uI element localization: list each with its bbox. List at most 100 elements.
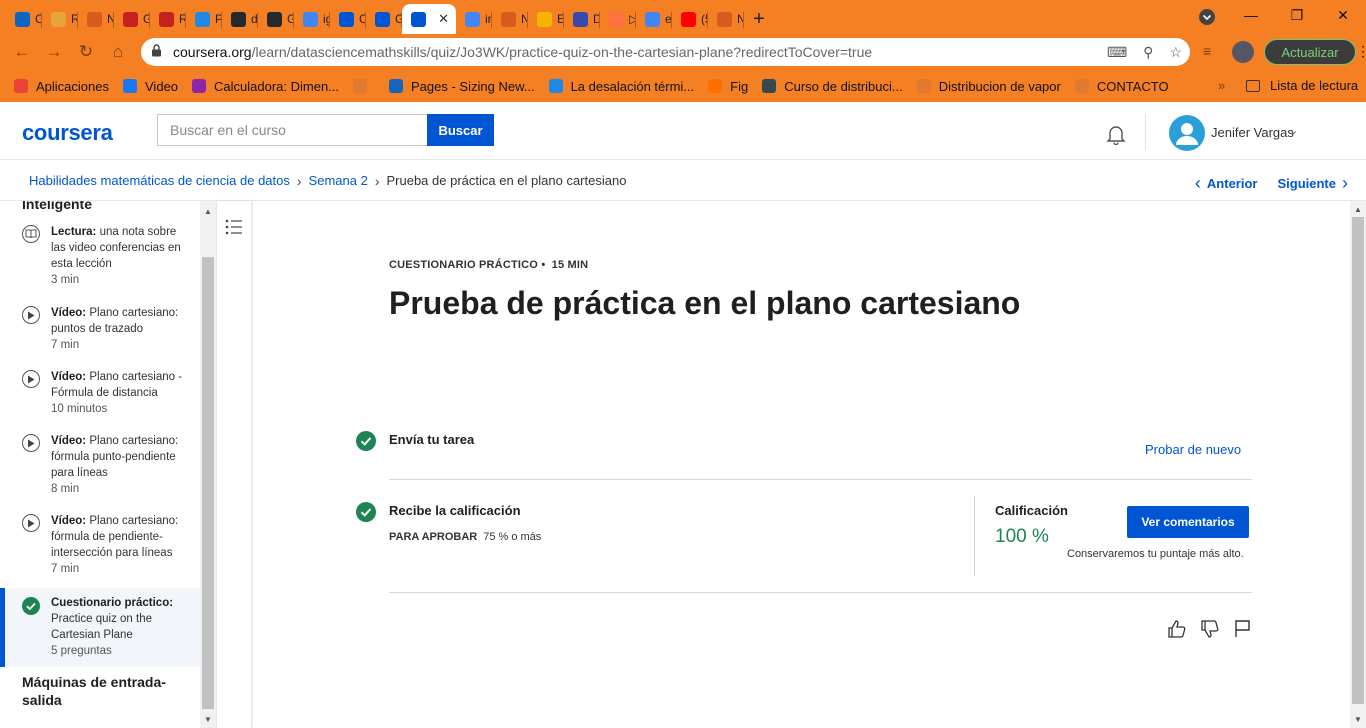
- browser-tab[interactable]: igu: [294, 4, 330, 34]
- tab-title: Nu: [107, 12, 114, 26]
- list-icon[interactable]: [225, 219, 243, 235]
- browser-tab[interactable]: Nu: [78, 4, 114, 34]
- more-bookmarks-icon[interactable]: »: [1218, 78, 1225, 93]
- meta-bullet: •: [541, 259, 546, 271]
- bookmark-label: Video: [145, 78, 179, 94]
- bookmark-favicon-icon: [762, 79, 777, 93]
- browser-tab[interactable]: Git: [258, 4, 294, 34]
- chevron-down-icon[interactable]: ⌄: [1289, 124, 1298, 137]
- tab-favicon-icon: [87, 11, 102, 27]
- tab-search-icon[interactable]: [1184, 2, 1230, 32]
- flag-icon[interactable]: [1233, 619, 1253, 639]
- minimize-icon[interactable]: —: [1228, 0, 1274, 30]
- bookmark-item[interactable]: Calculadora: Dimen...: [192, 79, 339, 94]
- sidebar-item[interactable]: Vídeo: Plano cartesiano: fórmula de pend…: [0, 513, 200, 577]
- browser-tab[interactable]: Eje: [528, 4, 564, 34]
- sidebar-item[interactable]: Cuestionario práctico: Practice quiz on t…: [0, 588, 200, 667]
- chevron-right-icon[interactable]: ›: [1342, 173, 1348, 194]
- bookmark-item[interactable]: La desalación térmi...: [548, 79, 694, 94]
- bookmark-item[interactable]: CONTACTO: [1074, 78, 1169, 94]
- reading-list[interactable]: Lista de lectura: [1246, 78, 1358, 93]
- bookmark-item[interactable]: Distribucion de vapor: [916, 79, 1061, 94]
- profile-avatar[interactable]: [1232, 41, 1254, 63]
- browser-tab[interactable]: Co: [330, 4, 366, 34]
- user-name[interactable]: Jenifer Vargas: [1211, 125, 1294, 140]
- sidebar-item[interactable]: Vídeo: Plano cartesiano: fórmula punto-p…: [0, 433, 200, 497]
- browser-tab[interactable]: Co: [6, 4, 42, 34]
- bookmark-item[interactable]: Pages - Sizing New...: [389, 79, 535, 94]
- zoom-icon[interactable]: ⚲: [1143, 44, 1153, 61]
- scroll-down-icon[interactable]: ▼: [1354, 715, 1362, 724]
- sidebar-item[interactable]: Vídeo: Plano cartesiano: puntos de traza…: [0, 305, 200, 353]
- restore-icon[interactable]: ❐: [1274, 0, 1320, 30]
- browser-tab[interactable]: ecu: [636, 4, 672, 34]
- chevron-right-icon: ›: [296, 172, 302, 189]
- thumbs-down-icon[interactable]: [1200, 619, 1220, 639]
- tab-title: ecu: [665, 12, 672, 26]
- search-input[interactable]: Buscar en el curso: [157, 114, 427, 146]
- item-duration: 7 min: [51, 563, 80, 575]
- notification-bell-icon[interactable]: [1105, 123, 1127, 145]
- bookmark-item[interactable]: [353, 79, 375, 93]
- scroll-down-icon[interactable]: ▼: [204, 715, 212, 724]
- translate-icon[interactable]: ⌨: [1107, 44, 1127, 61]
- submit-step-label: Envía tu tarea: [389, 432, 475, 447]
- bookmark-item[interactable]: Aplicaciones: [14, 79, 109, 94]
- chevron-left-icon[interactable]: ‹: [1195, 173, 1201, 194]
- scroll-up-icon[interactable]: ▲: [204, 207, 212, 216]
- browser-tab[interactable]: Nu: [708, 4, 744, 34]
- browser-tab[interactable]: (52: [672, 4, 708, 34]
- reload-icon[interactable]: ↻: [70, 36, 102, 68]
- update-button[interactable]: Actualizar: [1264, 39, 1356, 65]
- reading-mode-icon[interactable]: ≡: [1203, 43, 1211, 59]
- tab-favicon-icon: [501, 11, 516, 27]
- bookmarks-bar: Aplicaciones Video Calculadora: Dimen... Pa…: [0, 70, 1366, 102]
- browser-tab[interactable]: Re: [150, 4, 186, 34]
- close-window-icon[interactable]: ✕: [1320, 0, 1366, 30]
- browser-tab[interactable]: dat: [222, 4, 258, 34]
- new-tab-button[interactable]: +: [744, 4, 774, 34]
- coursera-logo[interactable]: coursera: [22, 120, 113, 146]
- browser-tab[interactable]: ▷ (: [600, 4, 636, 34]
- sidebar-item[interactable]: Vídeo: Plano cartesiano - Fórmula de dis…: [0, 369, 200, 417]
- home-icon[interactable]: ⌂: [102, 36, 134, 68]
- browser-tab[interactable]: Nu: [492, 4, 528, 34]
- sidebar-section-heading[interactable]: Máquinas de entrada-salida: [22, 673, 192, 709]
- sidebar-scrollbar[interactable]: ▲ ▼: [200, 201, 216, 728]
- browser-tab[interactable]: Gr: [114, 4, 150, 34]
- browser-tab[interactable]: Gra: [366, 4, 402, 34]
- breadcrumb-week[interactable]: Semana 2: [309, 173, 368, 188]
- menu-icon[interactable]: ⋮: [1356, 43, 1366, 60]
- search-button[interactable]: Buscar: [427, 114, 494, 146]
- bookmark-item[interactable]: Curso de distribuci...: [762, 79, 903, 94]
- close-tab-icon[interactable]: ✕: [438, 11, 449, 27]
- view-feedback-button[interactable]: Ver comentarios: [1127, 506, 1249, 538]
- user-avatar[interactable]: [1169, 115, 1205, 151]
- bookmark-item[interactable]: Fig: [708, 79, 748, 94]
- thumbs-up-icon[interactable]: [1167, 619, 1187, 639]
- previous-link[interactable]: Anterior: [1207, 176, 1258, 191]
- next-link[interactable]: Siguiente: [1277, 176, 1336, 191]
- retry-link[interactable]: Probar de nuevo: [1145, 442, 1241, 457]
- tab-favicon-icon: [267, 11, 282, 27]
- bookmark-star-icon[interactable]: ☆: [1169, 44, 1182, 61]
- breadcrumb-course[interactable]: Habilidades matemáticas de ciencia de da…: [29, 173, 290, 188]
- scroll-up-icon[interactable]: ▲: [1354, 205, 1362, 214]
- scrollbar-thumb[interactable]: [202, 257, 214, 709]
- grade-step-label: Recibe la calificación: [389, 503, 521, 518]
- sidebar-item[interactable]: Lectura: una nota sobre las video confer…: [0, 224, 200, 294]
- bookmark-item[interactable]: Video: [123, 79, 178, 94]
- back-icon[interactable]: ←: [6, 36, 38, 68]
- main-scrollbar[interactable]: ▲ ▼: [1350, 201, 1366, 728]
- forward-icon[interactable]: →: [38, 36, 70, 68]
- browser-tab[interactable]: inte: [456, 4, 492, 34]
- scrollbar-thumb[interactable]: [1352, 217, 1364, 704]
- browser-tab[interactable]: ✕: [402, 4, 456, 34]
- bookmark-label: CONTACTO: [1096, 78, 1169, 94]
- browser-tab[interactable]: Re: [42, 4, 78, 34]
- browser-tab[interactable]: Dis: [564, 4, 600, 34]
- tab-title: Gra: [395, 12, 402, 26]
- tab-title: Co: [359, 12, 366, 26]
- address-bar[interactable]: coursera.org/learn/datasciencemathskills…: [141, 38, 1190, 66]
- browser-tab[interactable]: Por: [186, 4, 222, 34]
